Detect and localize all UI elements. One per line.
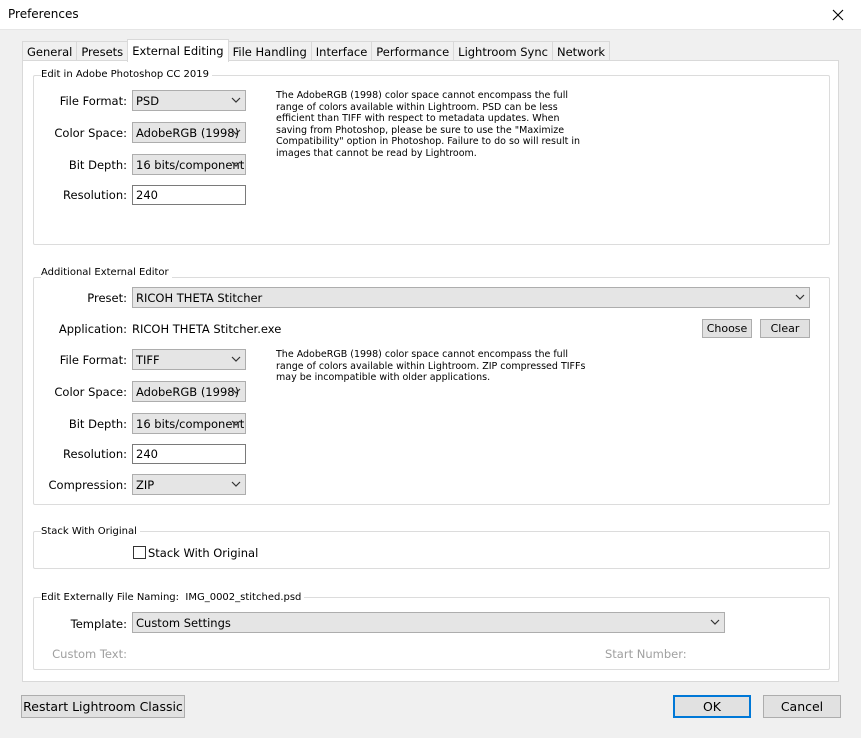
stack-title: Stack With Original (41, 526, 140, 537)
ae-resolution-label: Resolution: (63, 447, 127, 461)
restart-lightroom-button[interactable]: Restart Lightroom Classic (21, 695, 185, 718)
ae-preset-value: RICOH THETA Stitcher (136, 290, 263, 305)
ae-compression-value: ZIP (136, 477, 155, 492)
ae-color-space-note: The AdobeRGB (1998) color space cannot e… (276, 349, 586, 383)
ae-bit-depth-select[interactable]: 16 bits/component (132, 413, 246, 434)
chevron-down-icon (231, 97, 241, 103)
ae-file-format-select[interactable]: TIFF (132, 349, 246, 370)
ae-color-space-label: Color Space: (54, 385, 127, 399)
custom-text-label: Custom Text: (52, 647, 127, 661)
ae-color-space-select[interactable]: AdobeRGB (1998) (132, 381, 246, 402)
ae-application-value: RICOH THETA Stitcher.exe (132, 322, 282, 336)
close-icon (832, 9, 844, 21)
tab-strip: General Presets External Editing File Ha… (22, 39, 611, 62)
chevron-down-icon (231, 420, 241, 426)
ae-application-label: Application: (58, 322, 127, 336)
title-bar: Preferences (0, 0, 861, 30)
ae-file-format-label: File Format: (59, 353, 127, 367)
tab-presets[interactable]: Presets (76, 41, 129, 61)
ae-compression-select[interactable]: ZIP (132, 474, 246, 495)
ps-bit-depth-label: Bit Depth: (68, 158, 127, 172)
chevron-down-icon (231, 356, 241, 362)
chevron-down-icon (231, 481, 241, 487)
chevron-down-icon (231, 388, 241, 394)
ps-bit-depth-select[interactable]: 16 bits/component (132, 154, 246, 175)
template-select[interactable]: Custom Settings (132, 612, 725, 633)
tab-file-handling[interactable]: File Handling (227, 41, 312, 61)
file-naming-title-text: Edit Externally File Naming: (41, 592, 180, 603)
ps-file-format-value: PSD (136, 93, 160, 108)
tab-lightroom-sync[interactable]: Lightroom Sync (453, 41, 553, 61)
tab-panel: Edit in Adobe Photoshop CC 2019 File For… (22, 60, 839, 682)
ps-color-space-select[interactable]: AdobeRGB (1998) (132, 122, 246, 143)
ok-button[interactable]: OK (673, 695, 751, 718)
ae-file-format-value: TIFF (136, 352, 160, 367)
additional-editor-title: Additional External Editor (41, 267, 172, 278)
ae-resolution-input[interactable]: 240 (132, 444, 246, 464)
ae-preset-select[interactable]: RICOH THETA Stitcher (132, 287, 810, 308)
tab-interface[interactable]: Interface (310, 41, 373, 61)
cancel-button[interactable]: Cancel (763, 695, 841, 718)
edit-in-photoshop-title: Edit in Adobe Photoshop CC 2019 (41, 69, 212, 80)
window-title: Preferences (8, 7, 79, 21)
ps-color-space-note: The AdobeRGB (1998) color space cannot e… (276, 90, 581, 159)
ps-bit-depth-value: 16 bits/component (136, 157, 245, 172)
ae-preset-label: Preset: (87, 291, 127, 305)
template-label: Template: (70, 617, 127, 631)
chevron-down-icon (710, 619, 720, 625)
tab-general[interactable]: General (22, 41, 78, 61)
tab-performance[interactable]: Performance (371, 41, 455, 61)
ae-compression-label: Compression: (48, 478, 128, 492)
ps-file-format-select[interactable]: PSD (132, 90, 246, 111)
ps-resolution-label: Resolution: (63, 188, 127, 202)
close-button[interactable] (815, 0, 861, 30)
ae-bit-depth-value: 16 bits/component (136, 416, 245, 431)
choose-button[interactable]: Choose (702, 319, 752, 338)
file-naming-group (33, 597, 830, 670)
ps-resolution-input[interactable]: 240 (132, 185, 246, 205)
file-naming-example: IMG_0002_stitched.psd (185, 592, 302, 603)
template-value: Custom Settings (136, 615, 231, 630)
stack-with-original-checkbox[interactable] (133, 546, 146, 559)
start-number-label: Start Number: (605, 647, 687, 661)
ps-color-space-label: Color Space: (54, 126, 127, 140)
ae-color-space-value: AdobeRGB (1998) (136, 384, 240, 399)
tab-network[interactable]: Network (551, 41, 611, 61)
ae-bit-depth-label: Bit Depth: (68, 417, 127, 431)
ps-color-space-value: AdobeRGB (1998) (136, 125, 240, 140)
ps-file-format-label: File Format: (59, 94, 127, 108)
chevron-down-icon (231, 129, 241, 135)
file-naming-title: Edit Externally File Naming: IMG_0002_st… (41, 592, 305, 603)
clear-button[interactable]: Clear (760, 319, 810, 338)
stack-with-original-label: Stack With Original (148, 546, 259, 560)
chevron-down-icon (795, 294, 805, 300)
tab-external-editing[interactable]: External Editing (127, 39, 229, 62)
chevron-down-icon (231, 161, 241, 167)
